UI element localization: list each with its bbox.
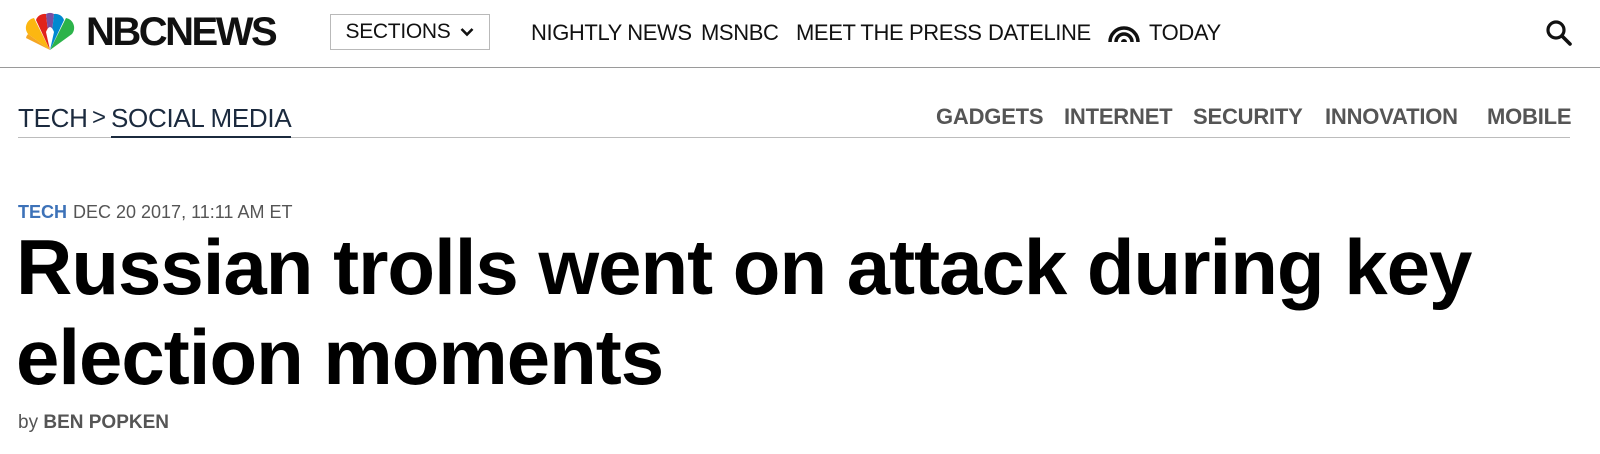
breadcrumb-social-media[interactable]: SOCIAL MEDIA xyxy=(111,98,292,138)
sunrise-icon xyxy=(1108,26,1140,43)
byline-author-link[interactable]: BEN POPKEN xyxy=(43,412,169,433)
article-byline: by BEN POPKEN xyxy=(18,410,169,436)
nbc-news-logo[interactable]: NBCNEWS xyxy=(18,10,278,54)
byline-prefix: by xyxy=(18,412,39,433)
top-navigation-bar: NBCNEWS SECTIONS NIGHTLY NEWS MSNBC MEET… xyxy=(0,0,1600,68)
search-icon[interactable] xyxy=(1544,18,1574,48)
nav-link-today-label: TODAY xyxy=(1149,20,1221,45)
subnav-link-gadgets[interactable]: GADGETS xyxy=(936,102,1044,132)
nav-link-nightly-news[interactable]: NIGHTLY NEWS xyxy=(531,18,692,48)
breadcrumb-separator: > xyxy=(92,104,107,131)
logo-wordmark: NBCNEWS xyxy=(86,10,278,54)
sections-label: SECTIONS xyxy=(345,20,451,43)
peacock-icon xyxy=(25,12,75,50)
article-headline: Russian trolls went on attack during key… xyxy=(16,223,1472,401)
nav-link-today[interactable]: TODAY xyxy=(1107,18,1221,48)
chevron-down-icon xyxy=(461,28,474,37)
section-subnav: TECH > SOCIAL MEDIA GADGETS INTERNET SEC… xyxy=(18,98,1572,138)
breadcrumb-tech[interactable]: TECH xyxy=(18,98,88,138)
subnav-link-innovation[interactable]: INNOVATION xyxy=(1325,102,1458,132)
nav-link-dateline[interactable]: DATELINE xyxy=(988,18,1091,48)
article-category-link[interactable]: TECH xyxy=(18,202,67,222)
sections-dropdown-button[interactable]: SECTIONS xyxy=(330,14,490,50)
subnav-link-security[interactable]: SECURITY xyxy=(1193,102,1303,132)
article-timestamp: DEC 20 2017, 11:11 AM ET xyxy=(73,202,293,222)
subnav-link-internet[interactable]: INTERNET xyxy=(1064,102,1173,132)
subnav-link-mobile[interactable]: MOBILE xyxy=(1487,102,1572,132)
nav-link-meet-the-press[interactable]: MEET THE PRESS xyxy=(796,18,982,48)
nav-link-msnbc[interactable]: MSNBC xyxy=(701,18,779,48)
